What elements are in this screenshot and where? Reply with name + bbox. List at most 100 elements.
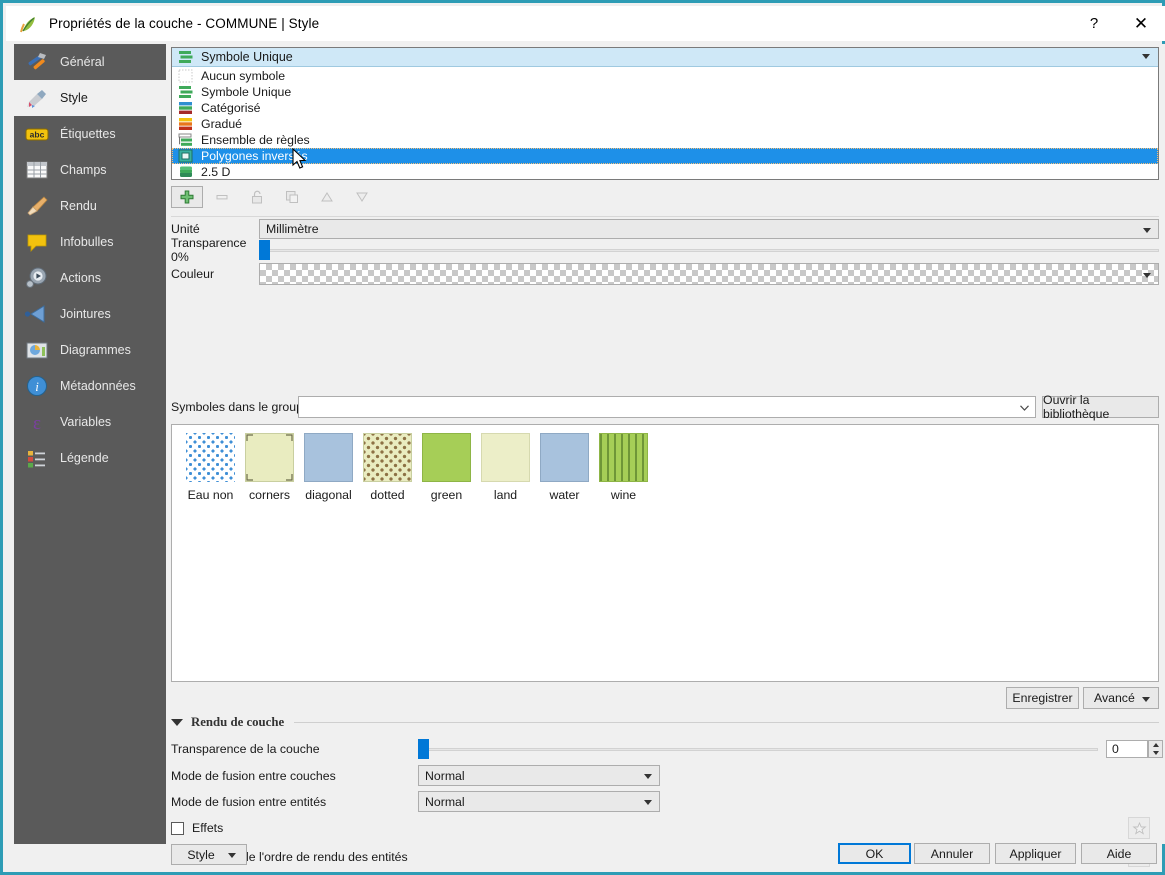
- renderer-option-categorized[interactable]: Catégorisé: [172, 100, 1158, 116]
- pie-chart-icon: [24, 337, 50, 363]
- spinbox-stepper[interactable]: [1148, 740, 1163, 758]
- blend-features-combobox[interactable]: Normal: [418, 791, 660, 812]
- sidebar-item-label: Diagrammes: [60, 343, 131, 357]
- renderer-option-2-5-d[interactable]: 2.5 D: [172, 164, 1158, 180]
- symbol-item[interactable]: corners: [240, 433, 299, 502]
- symbol-item[interactable]: wine: [594, 433, 653, 502]
- renderer-option-inverted-polygons[interactable]: Polygones inversés: [172, 148, 1158, 164]
- hammer-wrench-icon: [24, 49, 50, 75]
- spin-up-icon[interactable]: [1152, 743, 1159, 747]
- symbol-group-label: Symboles dans le groupe: [171, 400, 310, 414]
- transparency-slider[interactable]: [259, 240, 1159, 260]
- layer-properties-dialog: Propriétés de la couche - COMMUNE | Styl…: [0, 0, 1165, 875]
- paintbrush-icon: [24, 85, 50, 111]
- sidebar-item-labels[interactable]: abc Étiquettes: [14, 116, 166, 152]
- renderer-selected-row[interactable]: Symbole Unique: [172, 48, 1158, 67]
- symbol-item[interactable]: diagonal: [299, 433, 358, 502]
- sidebar-item-legend[interactable]: Légende: [14, 440, 166, 476]
- slider-groove: [259, 249, 1159, 252]
- close-icon[interactable]: ✕: [1117, 6, 1165, 41]
- symbol-swatch-wine[interactable]: [599, 433, 648, 482]
- categorized-icon: [178, 101, 194, 115]
- chevron-down-icon[interactable]: [1020, 405, 1029, 411]
- renderer-dropdown[interactable]: Symbole Unique Aucun symbole Symbole Uni…: [171, 47, 1159, 180]
- save-symbol-label: Enregistrer: [1012, 691, 1073, 705]
- symbol-item[interactable]: Eau non: [181, 433, 240, 502]
- open-library-label: Ouvrir la bibliothèque: [1043, 393, 1110, 421]
- apply-button[interactable]: Appliquer: [995, 843, 1076, 864]
- open-library-button[interactable]: Ouvrir la bibliothèque: [1042, 393, 1159, 421]
- symbol-label: green: [430, 488, 463, 502]
- cancel-label: Annuler: [930, 846, 974, 861]
- symbol-swatch-land[interactable]: [481, 433, 530, 482]
- sidebar-item-actions[interactable]: Actions: [14, 260, 166, 296]
- symbol-label: wine: [610, 488, 637, 502]
- symbol-swatch-diagonal[interactable]: [304, 433, 353, 482]
- add-symbol-layer-button[interactable]: [171, 186, 203, 208]
- symbol-gallery[interactable]: Eau non corners diagonal dotted green la…: [171, 424, 1159, 682]
- help-footer-button[interactable]: Aide: [1081, 843, 1157, 864]
- sidebar-item-style[interactable]: Style: [14, 80, 166, 116]
- unit-combobox[interactable]: Millimètre: [259, 219, 1159, 239]
- effects-checkbox-row[interactable]: Effets: [171, 821, 223, 835]
- unit-label: Unité: [171, 222, 200, 236]
- info-circle-icon: i: [24, 373, 50, 399]
- symbol-swatch-water[interactable]: [540, 433, 589, 482]
- symbol-swatch-dotted[interactable]: [363, 433, 412, 482]
- symbol-item[interactable]: green: [417, 433, 476, 502]
- sidebar-item-fields[interactable]: Champs: [14, 152, 166, 188]
- sidebar-item-diagrams[interactable]: Diagrammes: [14, 332, 166, 368]
- symbol-item[interactable]: water: [535, 433, 594, 502]
- blend-features-label: Mode de fusion entre entités: [171, 795, 327, 809]
- save-symbol-button[interactable]: Enregistrer: [1006, 687, 1079, 709]
- single-symbol-icon: [178, 85, 194, 99]
- blend-layers-value: Normal: [425, 768, 465, 783]
- symbol-swatch-green[interactable]: [422, 433, 471, 482]
- svg-text:ε: ε: [33, 413, 41, 434]
- window-title: Propriétés de la couche - COMMUNE | Styl…: [49, 16, 320, 31]
- cancel-button[interactable]: Annuler: [914, 843, 990, 864]
- sidebar-item-tooltips[interactable]: Infobulles: [14, 224, 166, 260]
- advanced-button[interactable]: Avancé: [1083, 687, 1159, 709]
- slider-handle[interactable]: [259, 240, 270, 260]
- renderer-option-graduated[interactable]: Gradué: [172, 116, 1158, 132]
- sidebar-item-label: Étiquettes: [60, 127, 116, 141]
- layer-transparency-spinbox[interactable]: 0: [1106, 740, 1148, 758]
- sidebar-item-joins[interactable]: Jointures: [14, 296, 166, 332]
- ok-button[interactable]: OK: [838, 843, 911, 864]
- blend-layers-combobox[interactable]: Normal: [418, 765, 660, 786]
- symbol-group-combobox[interactable]: [298, 396, 1036, 418]
- legend-list-icon: [24, 445, 50, 471]
- layer-rendering-group-header[interactable]: Rendu de couche: [171, 715, 1159, 730]
- symbol-swatch-corners[interactable]: [245, 433, 294, 482]
- sidebar-item-general[interactable]: Général: [14, 44, 166, 80]
- symbol-swatch-eau-non[interactable]: [186, 433, 235, 482]
- slider-handle[interactable]: [418, 739, 429, 759]
- renderer-option-label: Catégorisé: [201, 101, 261, 115]
- lock-symbol-layer-button: [241, 186, 273, 208]
- style-menu-button[interactable]: Style: [171, 844, 247, 865]
- renderer-option-rule-based[interactable]: Ensemble de règles: [172, 132, 1158, 148]
- collapse-triangle-icon[interactable]: [171, 719, 183, 726]
- sidebar-item-rendering[interactable]: Rendu: [14, 188, 166, 224]
- renderer-option-label: Symbole Unique: [201, 85, 292, 99]
- chevron-down-icon[interactable]: [1142, 54, 1150, 59]
- unit-row: Unité Millimètre: [171, 219, 1159, 239]
- color-combobox[interactable]: [259, 263, 1159, 285]
- symbol-item[interactable]: dotted: [358, 433, 417, 502]
- table-grid-icon: [24, 157, 50, 183]
- chevron-down-icon: [644, 774, 652, 779]
- symbol-item[interactable]: land: [476, 433, 535, 502]
- sidebar-item-metadata[interactable]: i Métadonnées: [14, 368, 166, 404]
- spin-down-icon[interactable]: [1152, 751, 1159, 755]
- renderer-option-single-symbol[interactable]: Symbole Unique: [172, 84, 1158, 100]
- symbol-label: diagonal: [305, 488, 352, 502]
- star-effects-icon: [1131, 821, 1147, 835]
- layer-transparency-slider[interactable]: [418, 739, 1098, 759]
- svg-text:abc: abc: [30, 130, 45, 140]
- sidebar-item-variables[interactable]: ε Variables: [14, 404, 166, 440]
- help-button[interactable]: ?: [1071, 6, 1117, 41]
- renderer-option-no-symbol[interactable]: Aucun symbole: [172, 68, 1158, 84]
- speech-bubble-icon: [24, 229, 50, 255]
- effects-checkbox[interactable]: [171, 821, 184, 835]
